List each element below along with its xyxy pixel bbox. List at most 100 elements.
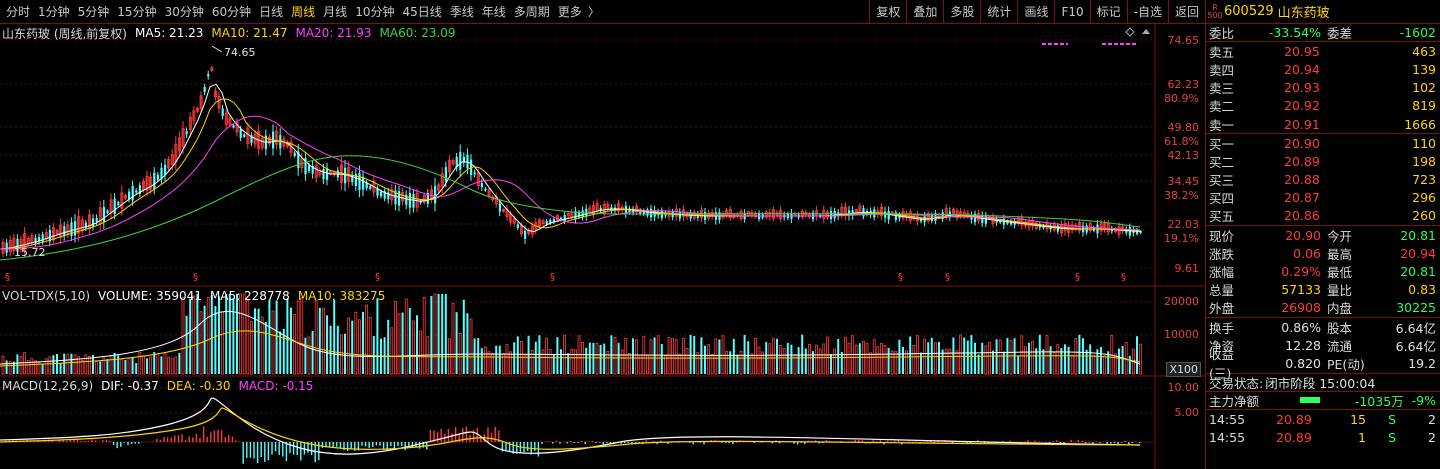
toolbar-button[interactable]: 复权 xyxy=(869,0,906,24)
price-axis-label: 19.1% xyxy=(1164,232,1199,245)
volume-bar xyxy=(95,361,98,375)
volume-bar xyxy=(934,342,937,375)
volume-bar xyxy=(329,325,332,374)
volume-bar xyxy=(206,297,210,375)
ma10-line xyxy=(0,98,1141,250)
fundamental-label: 流通 xyxy=(1327,338,1353,354)
volume-bar xyxy=(307,336,311,375)
stat-label: 内盘 xyxy=(1327,301,1353,317)
period-tab[interactable]: 1分钟 xyxy=(34,0,74,24)
period-tab[interactable]: 周线 xyxy=(287,0,319,24)
volume-bar xyxy=(704,345,706,374)
tick-list[interactable]: 14:55 20.89 15 S 2 14:55 20.89 1 S 2 xyxy=(1206,410,1440,446)
stat-value: 57133 xyxy=(1281,282,1321,298)
sell-level-row[interactable]: 卖五 20.95 463 xyxy=(1206,42,1440,60)
volume-bar xyxy=(732,338,735,374)
volume-bar xyxy=(513,342,516,374)
buy-level-row[interactable]: 买二 20.89 198 xyxy=(1206,152,1440,170)
volume-bar xyxy=(232,298,235,374)
period-tab[interactable]: 分时 xyxy=(2,0,34,24)
dividend-marker-icon: § xyxy=(375,272,380,283)
period-tab[interactable]: 5分钟 xyxy=(74,0,114,24)
chart-area[interactable]: 74.65 15.72 § § § § § § § § 山东药玻 (周线,前复权) MA5: 21… xyxy=(0,24,1205,469)
tick-count: 2 xyxy=(1428,429,1436,445)
volume-bar xyxy=(757,346,761,375)
volume-bar xyxy=(127,358,131,375)
volume-bar xyxy=(321,307,325,375)
period-tab[interactable]: 日线 xyxy=(255,0,287,24)
period-tab[interactable]: 多周期 xyxy=(510,0,554,24)
volume-bar xyxy=(138,351,142,375)
toolbar-button[interactable]: F10 xyxy=(1054,0,1089,24)
volume-bar xyxy=(5,360,8,374)
stat-row: 涨幅 0.29% 最低 20.81 xyxy=(1206,262,1440,280)
volume-bar xyxy=(685,347,689,375)
volume-bar xyxy=(477,338,480,374)
buy-orderbook: 买一 20.90 110 买二 20.89 198 买三 20.88 723 买四 20.87 296… xyxy=(1206,134,1440,227)
buy-level-row[interactable]: 买五 20.86 260 xyxy=(1206,207,1440,225)
volume-bar xyxy=(998,339,1002,375)
period-tab[interactable]: 10分钟 xyxy=(351,0,398,24)
toolbar-button[interactable]: 叠加 xyxy=(906,0,943,24)
buy-price: 20.89 xyxy=(1284,153,1320,169)
ma10-label: MA10: 21.47 xyxy=(211,26,288,40)
toolbar-button[interactable]: 标记 xyxy=(1089,0,1127,24)
volume-bar xyxy=(818,348,822,375)
toolbar-button[interactable]: 统计 xyxy=(980,0,1017,24)
price-axis-label: 38.2% xyxy=(1164,189,1199,202)
toolbar-button[interactable]: 返回 xyxy=(1167,0,1205,24)
candle-body xyxy=(408,193,411,208)
volume-bar xyxy=(326,315,328,374)
volume-bar xyxy=(1128,355,1131,374)
volume-bar xyxy=(815,344,818,375)
sell-price: 20.94 xyxy=(1284,61,1320,77)
volume-bar xyxy=(451,303,455,375)
sell-level-row[interactable]: 卖二 20.92 819 xyxy=(1206,97,1440,115)
volume-bar xyxy=(992,350,994,374)
ma20-line xyxy=(0,115,1141,250)
volume-bar xyxy=(858,343,861,374)
buy-level-row[interactable]: 买四 20.87 296 xyxy=(1206,189,1440,207)
period-tab[interactable]: 45日线 xyxy=(398,0,445,24)
toolbar-button[interactable]: 多股 xyxy=(943,0,980,24)
candle-body xyxy=(153,172,156,189)
period-tab[interactable]: 15分钟 xyxy=(113,0,160,24)
volume-bar xyxy=(196,294,199,374)
volume-bar xyxy=(120,359,124,375)
period-tab[interactable]: 年线 xyxy=(478,0,510,24)
period-tab[interactable]: 60分钟 xyxy=(208,0,255,24)
quote-panel: R 500 600529 山东药玻 委比 -33.54% 委差 -1602 卖五… xyxy=(1205,0,1440,469)
volume-bar xyxy=(189,298,192,374)
dividend-marker-icon: § xyxy=(945,272,950,283)
period-tab[interactable]: 30分钟 xyxy=(161,0,208,24)
trade-status-row: 交易状态: 闭市阶段 15:00:04 xyxy=(1206,374,1440,392)
volume-bar xyxy=(365,304,369,375)
toolbar-button[interactable]: -自选 xyxy=(1126,0,1168,24)
sell-level-row[interactable]: 卖一 20.91 1666 xyxy=(1206,115,1440,133)
volume-bar xyxy=(516,336,519,374)
triangle-icon xyxy=(1142,29,1150,34)
volume-bar xyxy=(545,337,548,375)
more-arrow-icon[interactable]: 〉 xyxy=(586,0,602,24)
volume-bar xyxy=(483,346,487,375)
volume-bar xyxy=(16,354,19,374)
volume-bar xyxy=(113,352,116,374)
sell-level-row[interactable]: 卖三 20.93 102 xyxy=(1206,79,1440,97)
buy-price: 20.90 xyxy=(1284,135,1320,151)
candle-body xyxy=(221,108,224,116)
volume-bar xyxy=(30,358,34,375)
period-tab[interactable]: 月线 xyxy=(319,0,351,24)
volume-bar xyxy=(912,344,916,375)
buy-level-row[interactable]: 买三 20.88 723 xyxy=(1206,171,1440,189)
volume-bar xyxy=(214,306,217,374)
sell-level-row[interactable]: 卖四 20.94 139 xyxy=(1206,60,1440,78)
period-tab[interactable]: 季线 xyxy=(446,0,478,24)
volume-bar xyxy=(959,334,962,375)
volume-bar xyxy=(156,353,160,375)
volume-bar xyxy=(469,318,473,375)
buy-level-row[interactable]: 买一 20.90 110 xyxy=(1206,134,1440,152)
kline-chart-canvas[interactable]: 74.65 15.72 § § § § § § § § xyxy=(0,24,1205,469)
toolbar-button[interactable]: 画线 xyxy=(1017,0,1054,24)
period-tab[interactable]: 更多 xyxy=(554,0,586,24)
volume-bar xyxy=(124,359,127,374)
